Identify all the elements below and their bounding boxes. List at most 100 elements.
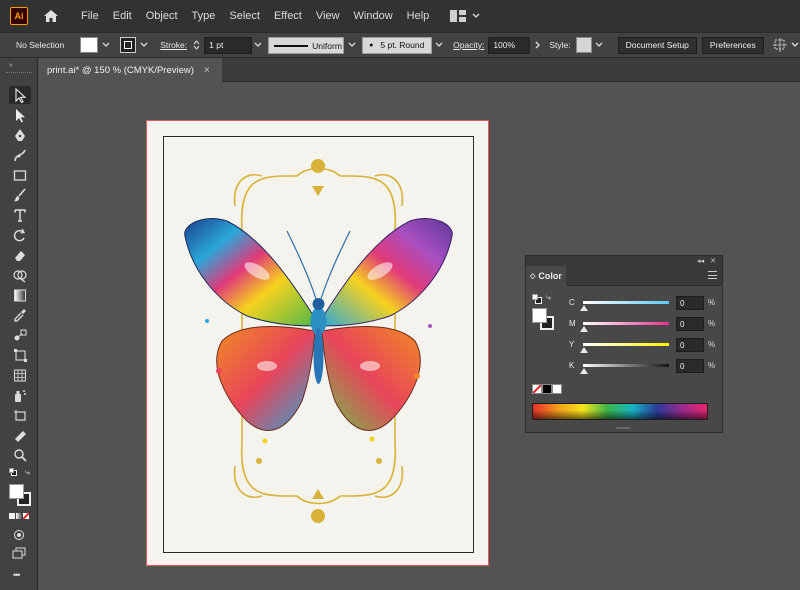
grip-icon[interactable] <box>6 72 32 74</box>
cyan-slider[interactable] <box>583 301 669 304</box>
fill-box[interactable] <box>532 308 547 323</box>
chevron-down-icon[interactable] <box>435 42 443 48</box>
chevron-right-icon[interactable] <box>535 41 541 49</box>
panel-fill-stroke-widget[interactable] <box>532 308 554 330</box>
rectangle-tool[interactable] <box>9 166 31 184</box>
free-transform-tool[interactable] <box>9 346 31 364</box>
fill-swatch[interactable] <box>80 37 99 53</box>
stroke-label[interactable]: Stroke: <box>160 40 187 50</box>
drawing-mode-icon[interactable] <box>13 528 25 546</box>
mesh-tool[interactable] <box>9 366 31 384</box>
collapse-panel-icon[interactable]: » <box>9 62 13 69</box>
measure-tool[interactable] <box>9 426 31 444</box>
variable-width-profile-dropdown[interactable]: Uniform <box>268 36 345 54</box>
opacity-label[interactable]: Opacity: <box>453 40 484 50</box>
yellow-slider-thumb[interactable] <box>580 347 588 353</box>
home-icon[interactable] <box>42 7 60 25</box>
chevron-down-icon[interactable] <box>595 42 603 48</box>
document-tab[interactable]: print.ai* @ 150 % (CMYK/Preview) × <box>38 58 222 82</box>
rotate-tool[interactable] <box>9 226 31 244</box>
arrange-documents-button[interactable] <box>450 10 480 22</box>
black-input[interactable]: 0 <box>676 359 704 373</box>
selection-tool[interactable] <box>9 86 31 104</box>
default-fill-stroke-icon[interactable] <box>9 468 17 476</box>
swap-fill-stroke-icon[interactable]: ⤷ <box>546 292 551 303</box>
black-slider-thumb[interactable] <box>580 368 588 374</box>
eraser-tool[interactable] <box>9 246 31 264</box>
artboard-tool-icon <box>14 409 26 421</box>
magenta-input[interactable]: 0 <box>676 317 704 331</box>
close-icon[interactable]: × <box>204 65 210 76</box>
blend-tool[interactable] <box>9 326 31 344</box>
chevron-down-icon[interactable] <box>102 42 110 48</box>
menu-edit[interactable]: Edit <box>106 10 139 22</box>
transform-icon[interactable] <box>772 38 787 52</box>
fill-stroke-widget[interactable] <box>9 484 31 506</box>
tab-color[interactable]: ◇ Color <box>526 266 566 286</box>
eyedropper-tool[interactable] <box>9 306 31 324</box>
preferences-button[interactable]: Preferences <box>701 36 764 54</box>
color-spectrum[interactable] <box>532 403 708 420</box>
chevron-down-icon[interactable] <box>254 42 262 48</box>
panel-title-bar[interactable]: ◂◂ ✕ <box>526 256 722 266</box>
graphic-style-swatch[interactable] <box>575 37 592 53</box>
menu-window[interactable]: Window <box>347 10 400 22</box>
menu-object[interactable]: Object <box>139 10 185 22</box>
tab-collapse-icon[interactable]: ◇ <box>530 272 535 280</box>
direct-selection-tool[interactable] <box>9 106 31 124</box>
screen-mode-icon[interactable] <box>12 546 26 564</box>
menu-file[interactable]: File <box>74 10 106 22</box>
menu-type[interactable]: Type <box>185 10 223 22</box>
curvature-tool[interactable] <box>9 146 31 164</box>
menu-select[interactable]: Select <box>222 10 267 22</box>
direct-selection-tool-icon <box>16 108 25 122</box>
butterfly-artwork[interactable] <box>147 121 490 567</box>
artboard[interactable] <box>146 120 489 566</box>
type-tool[interactable] <box>9 206 31 224</box>
cyan-slider-thumb[interactable] <box>580 305 588 311</box>
artboard-tool[interactable] <box>9 406 31 424</box>
cyan-input[interactable]: 0 <box>676 296 704 310</box>
magenta-slider-thumb[interactable] <box>580 326 588 332</box>
chevron-down-icon[interactable] <box>140 42 148 48</box>
zoom-tool[interactable] <box>9 446 31 464</box>
eyedropper-tool-icon <box>14 308 26 322</box>
none-swatch[interactable] <box>532 384 542 394</box>
selection-tool-icon <box>15 87 27 103</box>
shape-builder-tool[interactable] <box>9 266 31 284</box>
none-mode-icon[interactable] <box>23 513 29 519</box>
stroke-swatch[interactable] <box>120 37 137 53</box>
symbol-sprayer-tool[interactable] <box>9 386 31 404</box>
chevron-down-icon[interactable] <box>348 42 356 48</box>
yellow-input[interactable]: 0 <box>676 338 704 352</box>
edit-toolbar-icon[interactable]: ••• <box>13 570 21 580</box>
opacity-field[interactable]: 100% <box>488 36 531 54</box>
document-setup-button[interactable]: Document Setup <box>617 36 697 54</box>
menu-effect[interactable]: Effect <box>267 10 309 22</box>
pen-tool[interactable] <box>9 126 31 144</box>
resize-grip[interactable] <box>616 427 630 429</box>
panel-menu-icon[interactable] <box>708 271 717 279</box>
brush-definition-dropdown[interactable]: ● 5 pt. Round <box>362 36 433 54</box>
menu-view[interactable]: View <box>309 10 347 22</box>
black-slider[interactable] <box>583 364 669 367</box>
yellow-slider[interactable] <box>583 343 669 346</box>
color-mode-icon[interactable] <box>9 513 15 519</box>
stroke-weight-field[interactable]: 1 pt <box>204 36 253 54</box>
swap-fill-stroke-icon[interactable]: ⤷ <box>25 467 30 478</box>
close-icon[interactable]: ✕ <box>710 257 716 265</box>
white-swatch[interactable] <box>552 384 562 394</box>
menu-help[interactable]: Help <box>400 10 437 22</box>
default-fill-stroke-icon[interactable] <box>532 294 542 304</box>
gradient-tool[interactable] <box>9 286 31 304</box>
collapse-panel-icon[interactable]: ◂◂ <box>697 257 704 265</box>
magenta-letter: M <box>569 319 576 328</box>
gradient-mode-icon[interactable] <box>16 513 22 519</box>
magenta-slider[interactable] <box>583 322 669 325</box>
symbol-sprayer-tool-icon <box>15 389 26 402</box>
black-swatch[interactable] <box>542 384 552 394</box>
fill-box[interactable] <box>9 484 24 499</box>
chevron-down-icon[interactable] <box>791 42 799 48</box>
paintbrush-tool[interactable] <box>9 186 31 204</box>
stepper-icon[interactable] <box>193 39 200 51</box>
